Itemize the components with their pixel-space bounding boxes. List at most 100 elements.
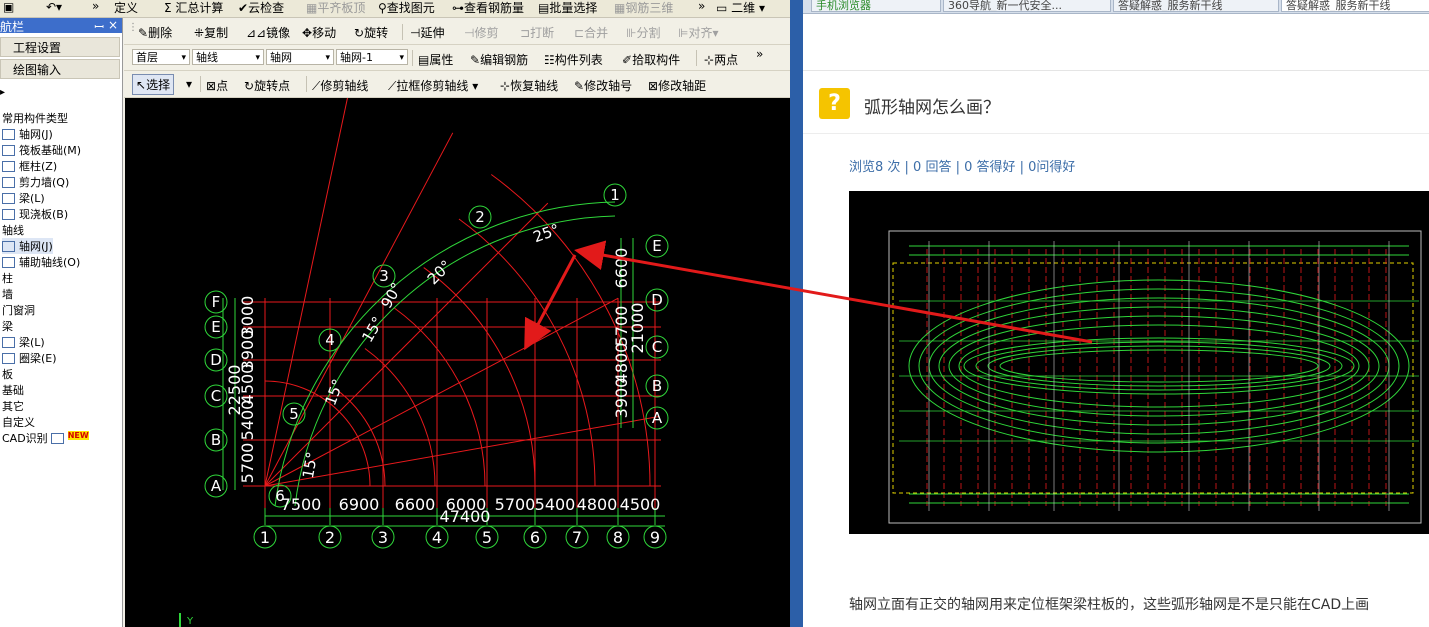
break-label: 打断: [530, 26, 555, 40]
grid-line-radial: [264, 94, 349, 487]
menu-define[interactable]: 定义: [114, 0, 138, 16]
type-select[interactable]: 轴网: [266, 49, 334, 66]
tree-collapse-icon[interactable]: ▸: [0, 87, 5, 98]
tree-node[interactable]: 自定义: [2, 414, 35, 430]
view-mode-select[interactable]: ▭ 二维 ▾: [716, 0, 765, 16]
tree-node[interactable]: 梁: [2, 318, 13, 334]
more-icon[interactable]: »: [92, 0, 99, 13]
tree-node[interactable]: 梁(L): [2, 190, 45, 206]
tree-node[interactable]: 圈梁(E): [2, 350, 57, 366]
menu-summary[interactable]: Σ 汇总计算: [164, 0, 223, 16]
close-icon[interactable]: ×: [108, 18, 118, 32]
tree-node[interactable]: 筏板基础(M): [2, 142, 81, 158]
dimension-total: 21000: [628, 303, 647, 354]
save-icon[interactable]: ▣: [3, 0, 14, 14]
more-icon[interactable]: »: [756, 47, 763, 61]
browser-tab[interactable]: 360导航_新一代安全...: [943, 0, 1111, 12]
image-border: [888, 230, 1422, 524]
edit-axis-dist-button[interactable]: ⊠修改轴距: [648, 77, 706, 94]
question-image[interactable]: [849, 191, 1429, 534]
toolbar-separator: [696, 50, 697, 66]
extend-button[interactable]: ⊣延伸: [410, 24, 444, 41]
edit-axis-no-button[interactable]: ✎修改轴号: [574, 77, 632, 94]
tree-node-label: 柱: [2, 272, 13, 285]
drawing-canvas[interactable]: 1 2 3 4 5 6 7 8 9 A B C D E F A B C D E 1 2 3 4 5 6 7500 6900 6600 60…: [125, 94, 790, 627]
pin-icon[interactable]: ꟷ: [94, 18, 104, 35]
edit-rebar-button[interactable]: ✎编辑钢筋: [470, 51, 528, 68]
tree-node[interactable]: 轴网(J): [2, 238, 53, 254]
copy-button[interactable]: ⁜复制: [194, 24, 228, 41]
grid-arc: [335, 388, 386, 487]
browser-tab[interactable]: 答疑解惑_服务新干线: [1113, 0, 1279, 12]
title-divider: [803, 133, 1429, 134]
two-points-button[interactable]: ⊹两点: [704, 51, 738, 68]
menu-rebar-3d: ▦钢筋三维: [614, 1, 674, 15]
drawing-input-button[interactable]: 绘图输入: [0, 59, 120, 79]
rotate-button[interactable]: ↻旋转: [354, 24, 388, 41]
component-list-button[interactable]: ☷构件列表: [544, 51, 603, 68]
box-trim-axis-button[interactable]: ⟋拉框修剪轴线 ▾: [388, 77, 478, 94]
delete-button[interactable]: ✎删除: [138, 24, 172, 41]
image-ellipse: [908, 279, 1410, 453]
cad-application: ▣ ↶▾ » 定义 Σ 汇总计算 ✔云检查 ▦平齐板顶 ⚲查找图元 ⊶查看钢筋量…: [0, 0, 792, 627]
component-icon: [2, 241, 15, 252]
restore-axis-button[interactable]: ⊹恢复轴线: [500, 77, 558, 94]
tree-node[interactable]: 框柱(Z): [2, 158, 57, 174]
navigation-panel: 航栏 ꟷ × 工程设置 绘图输入 ▸ 常用构件类型 轴网(J) 筏板基础(M) 框柱(Z)…: [0, 18, 123, 627]
toolbar-separator: [200, 76, 201, 92]
tree-node[interactable]: 墙: [2, 286, 13, 302]
category-select[interactable]: 轴线: [192, 49, 264, 66]
menu-cloud-check[interactable]: ✔云检查: [238, 0, 284, 16]
tree-node[interactable]: 轴线: [2, 222, 24, 238]
more-icon[interactable]: »: [698, 0, 705, 13]
point-button[interactable]: ⊠点: [206, 77, 228, 94]
menu-find[interactable]: ⚲查找图元: [378, 0, 435, 16]
window-divider[interactable]: [790, 0, 803, 627]
tree-node-label: 轴网(J): [19, 128, 53, 141]
tree-node[interactable]: 现浇板(B): [2, 206, 68, 222]
tree-node[interactable]: 其它: [2, 398, 24, 414]
menu-bar: ▣ ↶▾ » 定义 Σ 汇总计算 ✔云检查 ▦平齐板顶 ⚲查找图元 ⊶查看钢筋量…: [0, 0, 792, 18]
select-button[interactable]: ↖选择: [132, 74, 175, 95]
tree-node[interactable]: 辅助轴线(O): [2, 254, 80, 270]
tree-node[interactable]: 基础: [2, 382, 24, 398]
undo-icon[interactable]: ↶▾: [46, 0, 62, 14]
question-stats[interactable]: 浏览8 次 | 0 回答 | 0 答得好 | 0问得好: [849, 156, 1075, 175]
property-button[interactable]: ▤属性: [418, 51, 453, 68]
edit-rebar-label: 编辑钢筋: [480, 53, 529, 67]
dimension-arc: [294, 215, 616, 507]
tree-node[interactable]: 柱: [2, 270, 13, 286]
property-label: 属性: [429, 53, 454, 67]
instance-select[interactable]: 轴网-1: [336, 49, 408, 66]
tree-node[interactable]: 梁(L): [2, 334, 45, 350]
angle-label: 15°: [299, 450, 321, 479]
browser-tab-active[interactable]: 答疑解惑_服务新干线: [1281, 0, 1429, 12]
component-icon: [2, 209, 15, 220]
tree-node[interactable]: CAD识别 NEW: [2, 430, 89, 446]
copy-label: 复制: [204, 26, 229, 40]
edit-toolbar: ⋮ ✎删除 ⁜复制 ⊿⊿镜像 ✥移动 ↻旋转 ⊣延伸 ⊣修剪 ⊐打断 ⊏合并 ⊪…: [124, 20, 792, 45]
pick-component-button[interactable]: ✐拾取构件: [622, 51, 680, 68]
rotate-point-button[interactable]: ↻旋转点: [244, 77, 290, 94]
mirror-button[interactable]: ⊿⊿镜像: [246, 24, 290, 41]
move-button[interactable]: ✥移动: [302, 24, 336, 41]
restore-axis-label: 恢复轴线: [510, 79, 559, 93]
tree-node[interactable]: 常用构件类型: [2, 110, 68, 126]
axis-number: 8: [613, 528, 623, 547]
tree-node[interactable]: 板: [2, 366, 13, 382]
trim-axis-button[interactable]: ⟋修剪轴线: [312, 77, 368, 94]
menu-rebar-qty[interactable]: ⊶查看钢筋量: [452, 0, 524, 16]
delete-label: 删除: [148, 26, 173, 40]
menu-batch-select[interactable]: ▤批量选择: [538, 0, 597, 16]
tree-node[interactable]: 剪力墙(Q): [2, 174, 69, 190]
dimension-text: 5400: [535, 495, 576, 514]
browser-tab[interactable]: 手机浏览器: [811, 0, 941, 12]
tree-node[interactable]: 轴网(J): [2, 126, 53, 142]
image-ellipse: [975, 341, 1343, 391]
toolbar-separator: [306, 76, 307, 92]
tree-node[interactable]: 门窗洞: [2, 302, 35, 318]
project-settings-button[interactable]: 工程设置: [0, 37, 120, 57]
select-dropdown-icon[interactable]: ▾: [186, 77, 192, 91]
floor-select[interactable]: 首层: [132, 49, 190, 66]
elliptical-grid-image: [888, 230, 1422, 524]
